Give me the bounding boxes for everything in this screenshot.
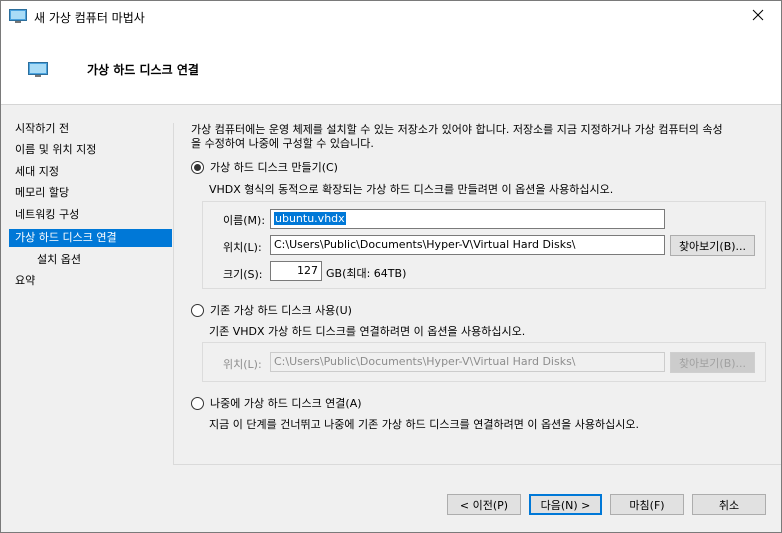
nav-item-name-location[interactable]: 이름 및 위치 지정 xyxy=(9,141,172,159)
previous-button[interactable]: < 이전(P) xyxy=(447,494,521,515)
browse-button[interactable]: 찾아보기(B)... xyxy=(670,235,755,256)
footer-divider xyxy=(173,464,781,465)
existing-location-input[interactable]: C:\Users\Public\Documents\Hyper-V\Virtua… xyxy=(270,352,665,372)
intro-text: 가상 컴퓨터에는 운영 체제를 설치할 수 있는 저장소가 있어야 합니다. 저… xyxy=(191,123,766,151)
create-vhd-radio[interactable] xyxy=(191,160,204,174)
existing-location-label: 위치(L): xyxy=(223,358,262,371)
cancel-button[interactable]: 취소 xyxy=(692,494,766,515)
existing-vhd-label[interactable]: 기존 가상 하드 디스크 사용(U) xyxy=(210,302,352,318)
close-button[interactable] xyxy=(735,1,781,32)
attach-later-description: 지금 이 단계를 건너뛰고 나중에 기존 가상 하드 디스크를 연결하려면 이 … xyxy=(209,418,640,431)
nav-item-before-you-begin[interactable]: 시작하기 전 xyxy=(9,120,172,138)
nav-item-installation-options[interactable]: 설치 옵션 xyxy=(9,251,172,269)
create-vhd-description: VHDX 형식의 동적으로 확장되는 가상 하드 디스크를 만들려면 이 옵션을… xyxy=(209,183,614,196)
vhd-location-input[interactable]: C:\Users\Public\Documents\Hyper-V\Virtua… xyxy=(270,235,665,255)
intro-line-2: 을 수정하여 나중에 구성할 수 있습니다. xyxy=(191,137,374,150)
finish-button[interactable]: 마침(F) xyxy=(610,494,684,515)
nav-item-summary[interactable]: 요약 xyxy=(9,272,172,290)
vhd-name-label: 이름(M): xyxy=(223,214,266,227)
existing-vhd-radio[interactable] xyxy=(191,303,204,317)
existing-vhd-option[interactable]: 기존 가상 하드 디스크 사용(U) xyxy=(191,302,352,318)
page-title: 가상 하드 디스크 연결 xyxy=(87,63,199,77)
close-icon xyxy=(752,9,764,24)
hyper-v-vm-icon xyxy=(9,9,27,23)
nav-item-memory[interactable]: 메모리 할당 xyxy=(9,184,172,202)
attach-later-radio[interactable] xyxy=(191,396,204,410)
vhd-size-input[interactable]: 127 xyxy=(270,261,322,281)
wizard-window: 새 가상 컴퓨터 마법사 가상 하드 디스크 연결 시작하기 전 이름 및 위치… xyxy=(0,0,782,533)
vhd-name-value: ubuntu.vhdx xyxy=(274,212,346,225)
create-vhd-label[interactable]: 가상 하드 디스크 만들기(C) xyxy=(210,159,338,175)
existing-browse-button[interactable]: 찾아보기(B)... xyxy=(670,352,755,373)
attach-later-option[interactable]: 나중에 가상 하드 디스크 연결(A) xyxy=(191,395,362,411)
vhd-size-label: 크기(S): xyxy=(223,268,263,281)
wizard-header: 가상 하드 디스크 연결 xyxy=(1,32,781,105)
vhd-size-unit: GB(최대: 64TB) xyxy=(326,267,407,280)
existing-vhd-description: 기존 VHDX 가상 하드 디스크를 연결하려면 이 옵션을 사용하십시오. xyxy=(209,325,526,338)
vhd-name-input[interactable]: ubuntu.vhdx xyxy=(270,209,665,229)
nav-divider xyxy=(173,123,174,465)
nav-item-networking[interactable]: 네트워킹 구성 xyxy=(9,206,172,224)
next-button[interactable]: 다음(N) > xyxy=(529,494,602,515)
create-vhd-option[interactable]: 가상 하드 디스크 만들기(C) xyxy=(191,159,338,175)
virtual-disk-icon xyxy=(28,62,48,77)
nav-item-connect-vhd[interactable]: 가상 하드 디스크 연결 xyxy=(9,229,172,247)
attach-later-label[interactable]: 나중에 가상 하드 디스크 연결(A) xyxy=(210,395,362,411)
window-title: 새 가상 컴퓨터 마법사 xyxy=(34,11,145,25)
intro-line-1: 가상 컴퓨터에는 운영 체제를 설치할 수 있는 저장소가 있어야 합니다. 저… xyxy=(191,123,723,136)
vhd-location-label: 위치(L): xyxy=(223,241,262,254)
title-bar[interactable]: 새 가상 컴퓨터 마법사 xyxy=(1,1,781,32)
nav-item-generation[interactable]: 세대 지정 xyxy=(9,163,172,181)
